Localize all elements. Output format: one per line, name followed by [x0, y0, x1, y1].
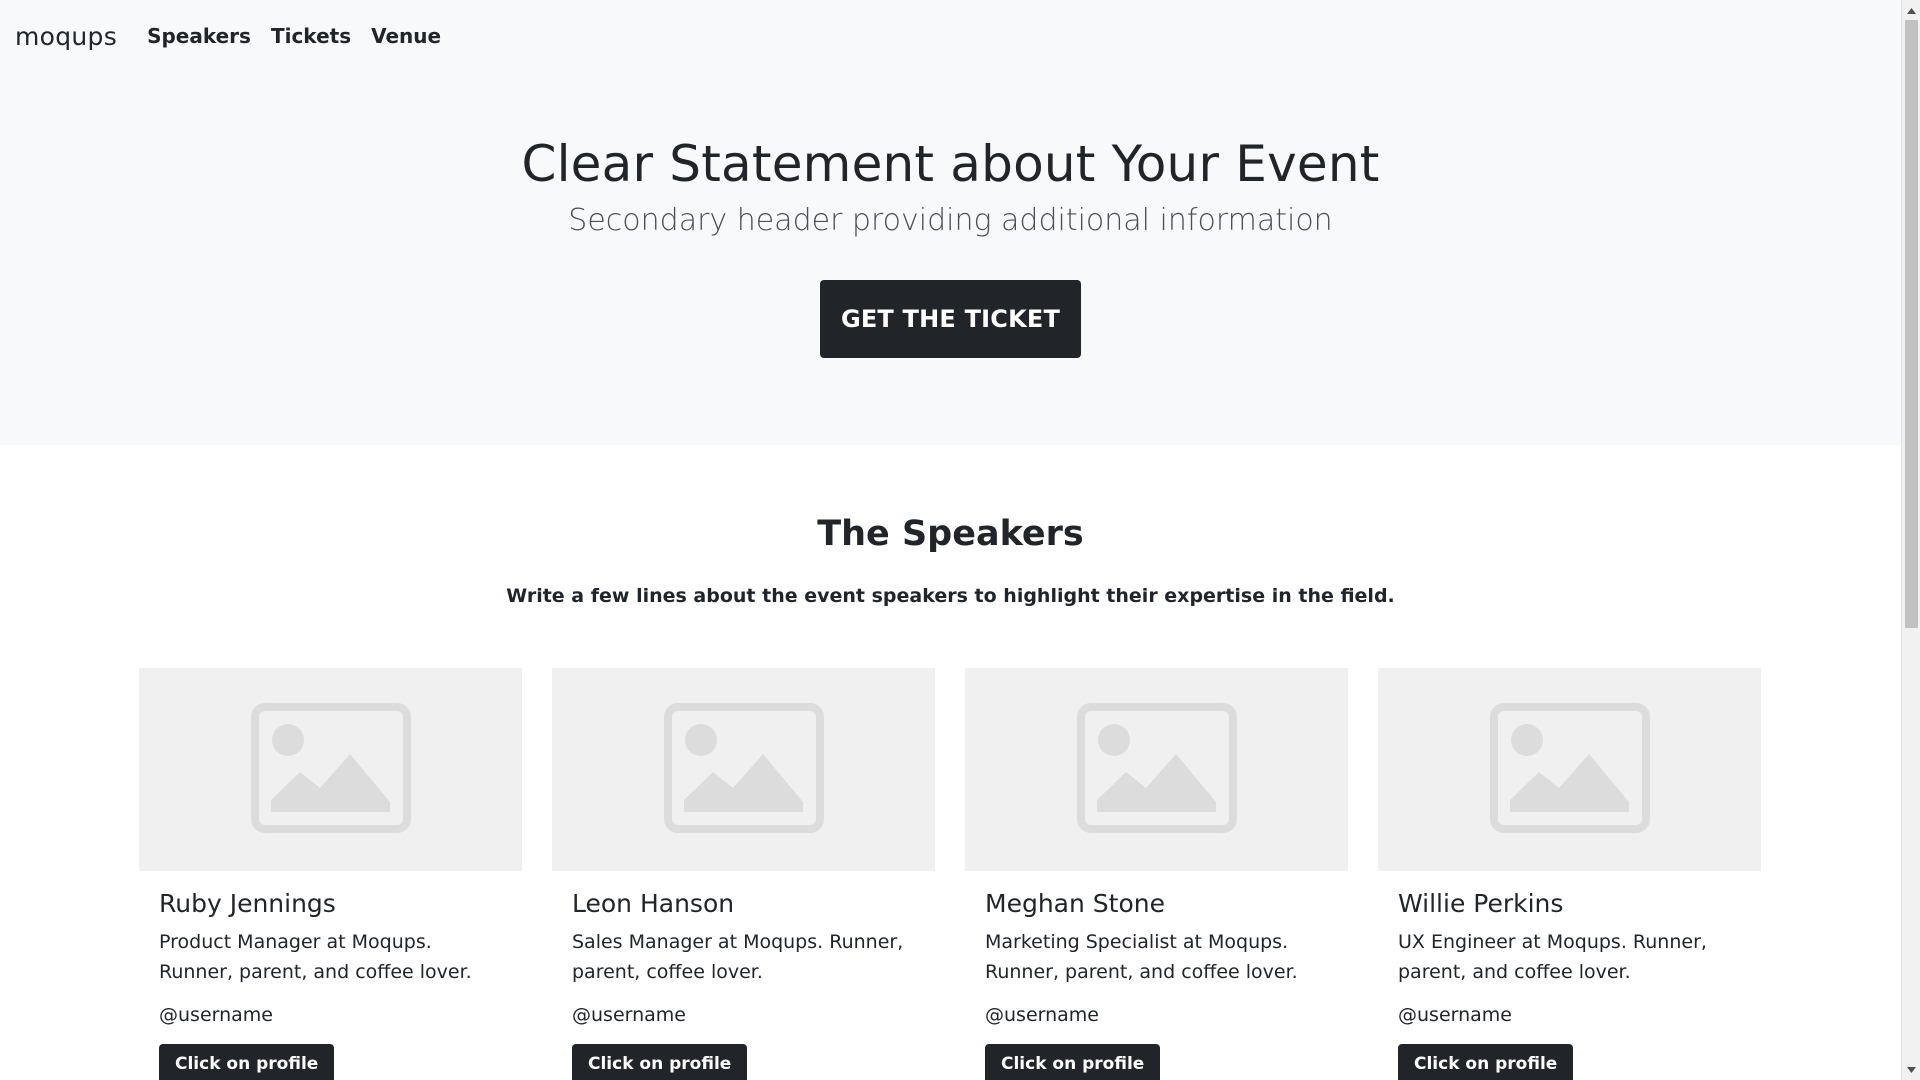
speaker-description: UX Engineer at Moqups. Runner, parent, a… [1398, 931, 1707, 983]
speaker-photo [1378, 668, 1761, 871]
speaker-description: Marketing Specialist at Moqups. Runner, … [985, 931, 1298, 983]
hero-section: Clear Statement about Your Event Seconda… [0, 72, 1901, 445]
speaker-description: Sales Manager at Moqups. Runner, parent,… [572, 931, 904, 983]
speaker-username: @username [159, 1004, 273, 1026]
image-placeholder-icon [663, 702, 825, 838]
nav-link-venue[interactable]: Venue [371, 24, 441, 48]
speaker-cards: Ruby Jennings Product Manager at Moqups.… [139, 668, 1761, 1080]
vertical-scrollbar[interactable] [1901, 0, 1920, 1080]
speaker-name: Leon Hanson [572, 889, 735, 918]
nav-link-speakers[interactable]: Speakers [147, 24, 251, 48]
speaker-photo [965, 668, 1348, 871]
page: moqups Speakers Tickets Venue Clear Stat… [0, 0, 1920, 1080]
card-body: Leon Hanson Sales Manager at Moqups. Run… [552, 871, 935, 1080]
speaker-name: Ruby Jennings [159, 889, 336, 918]
profile-button[interactable]: Click on profile [1398, 1044, 1574, 1080]
speakers-section: The Speakers Write a few lines about the… [0, 445, 1901, 607]
card-body: Ruby Jennings Product Manager at Moqups.… [139, 871, 522, 1080]
speaker-card: Meghan Stone Marketing Specialist at Moq… [965, 668, 1348, 1080]
speaker-username: @username [985, 1004, 1099, 1026]
card-body: Willie Perkins UX Engineer at Moqups. Ru… [1378, 871, 1761, 1080]
profile-button[interactable]: Click on profile [572, 1044, 748, 1080]
profile-button[interactable]: Click on profile [159, 1044, 335, 1080]
speaker-card: Leon Hanson Sales Manager at Moqups. Run… [552, 668, 935, 1080]
speaker-name: Meghan Stone [985, 889, 1165, 918]
speaker-card: Ruby Jennings Product Manager at Moqups.… [139, 668, 522, 1080]
speaker-username: @username [572, 1004, 686, 1026]
speaker-description: Product Manager at Moqups. Runner, paren… [159, 931, 472, 983]
nav-link-tickets[interactable]: Tickets [271, 24, 351, 48]
speaker-name: Willie Perkins [1398, 889, 1564, 918]
speaker-username: @username [1398, 1004, 1512, 1026]
top-navbar: moqups Speakers Tickets Venue [0, 0, 1901, 72]
triangle-up-icon[interactable] [1902, 2, 1920, 19]
profile-button[interactable]: Click on profile [985, 1044, 1161, 1080]
get-ticket-button[interactable]: GET THE TICKET [819, 280, 1082, 358]
speaker-card: Willie Perkins UX Engineer at Moqups. Ru… [1378, 668, 1761, 1080]
speakers-title: The Speakers [817, 514, 1084, 554]
speaker-photo [139, 668, 522, 871]
speaker-photo [552, 668, 935, 871]
page-content: moqups Speakers Tickets Venue Clear Stat… [0, 0, 1901, 1080]
card-body: Meghan Stone Marketing Specialist at Moq… [965, 871, 1348, 1080]
image-placeholder-icon [1076, 702, 1238, 838]
hero-title: Clear Statement about Your Event [521, 135, 1380, 193]
image-placeholder-icon [250, 702, 412, 838]
hero-subtitle: Secondary header providing additional in… [568, 203, 1333, 238]
scrollbar-thumb[interactable] [1905, 20, 1918, 628]
speakers-lead: Write a few lines about the event speake… [506, 585, 1395, 607]
image-placeholder-icon [1489, 702, 1651, 838]
brand-logo[interactable]: moqups [15, 22, 117, 51]
triangle-down-icon[interactable] [1902, 1061, 1920, 1078]
